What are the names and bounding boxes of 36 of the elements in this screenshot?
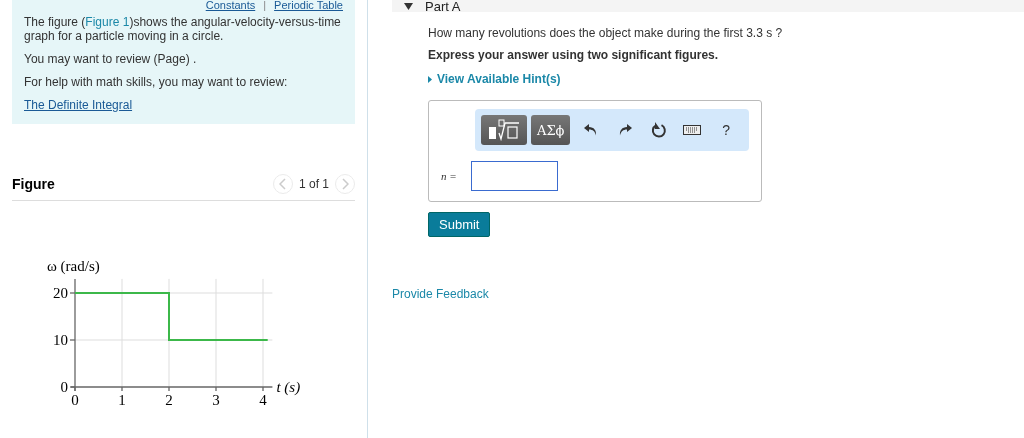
submit-button[interactable]: Submit [428,212,491,237]
definite-integral-link[interactable]: The Definite Integral [24,98,133,112]
help-button[interactable]: ? [709,115,743,145]
x-tick-label: 2 [165,392,173,408]
constants-link[interactable]: Constants [205,0,256,11]
part-title: Part A [425,0,461,14]
provide-feedback-link[interactable]: Provide Feedback [392,287,489,301]
hints-link[interactable]: View Available Hint(s) [437,72,561,86]
instruction-text: Express your answer using two significant figures. [428,48,720,62]
intro-text: You may want to review (Page) . [24,52,198,66]
x-tick-label: 1 [118,392,126,408]
intro-text: For help with math skills, you may want to review: [24,75,289,89]
intro-text: The figure (Figure 1)shows the angular-velocity-versus-time graph for a particle moving in a circle. [24,15,342,43]
y-axis-label: ω (rad/s) [47,258,100,274]
link-separator: | [263,0,267,11]
x-tick-label: 0 [71,392,79,408]
periodic-table-link[interactable]: Periodic Table [274,0,343,11]
x-tick-label: 4 [259,392,267,408]
chevron-right-icon [341,178,349,190]
templates-button[interactable] [481,115,527,145]
page-indicator: 1 of 1 [298,177,329,191]
caret-icon [428,75,432,83]
chevron-left-icon [278,178,287,190]
y-tick-label: 20 [53,285,68,301]
figure-title: Figure [12,176,55,192]
x-axis-label: t (s) [276,379,301,395]
answer-field[interactable] [470,161,558,191]
y-tick-label: 0 [60,379,68,395]
caret-icon [404,2,413,10]
variable-label: n = [441,170,457,182]
figure-link[interactable]: Figure 1 [85,15,130,29]
x-tick-label: 3 [212,392,220,408]
symbols-button[interactable]: ΑΣϕ [531,115,571,145]
question-text: How many revolutions does the object make during the first 3.3 s ? [428,26,784,40]
y-tick-label: 10 [53,332,68,348]
part-header[interactable]: Part A [392,0,1024,12]
